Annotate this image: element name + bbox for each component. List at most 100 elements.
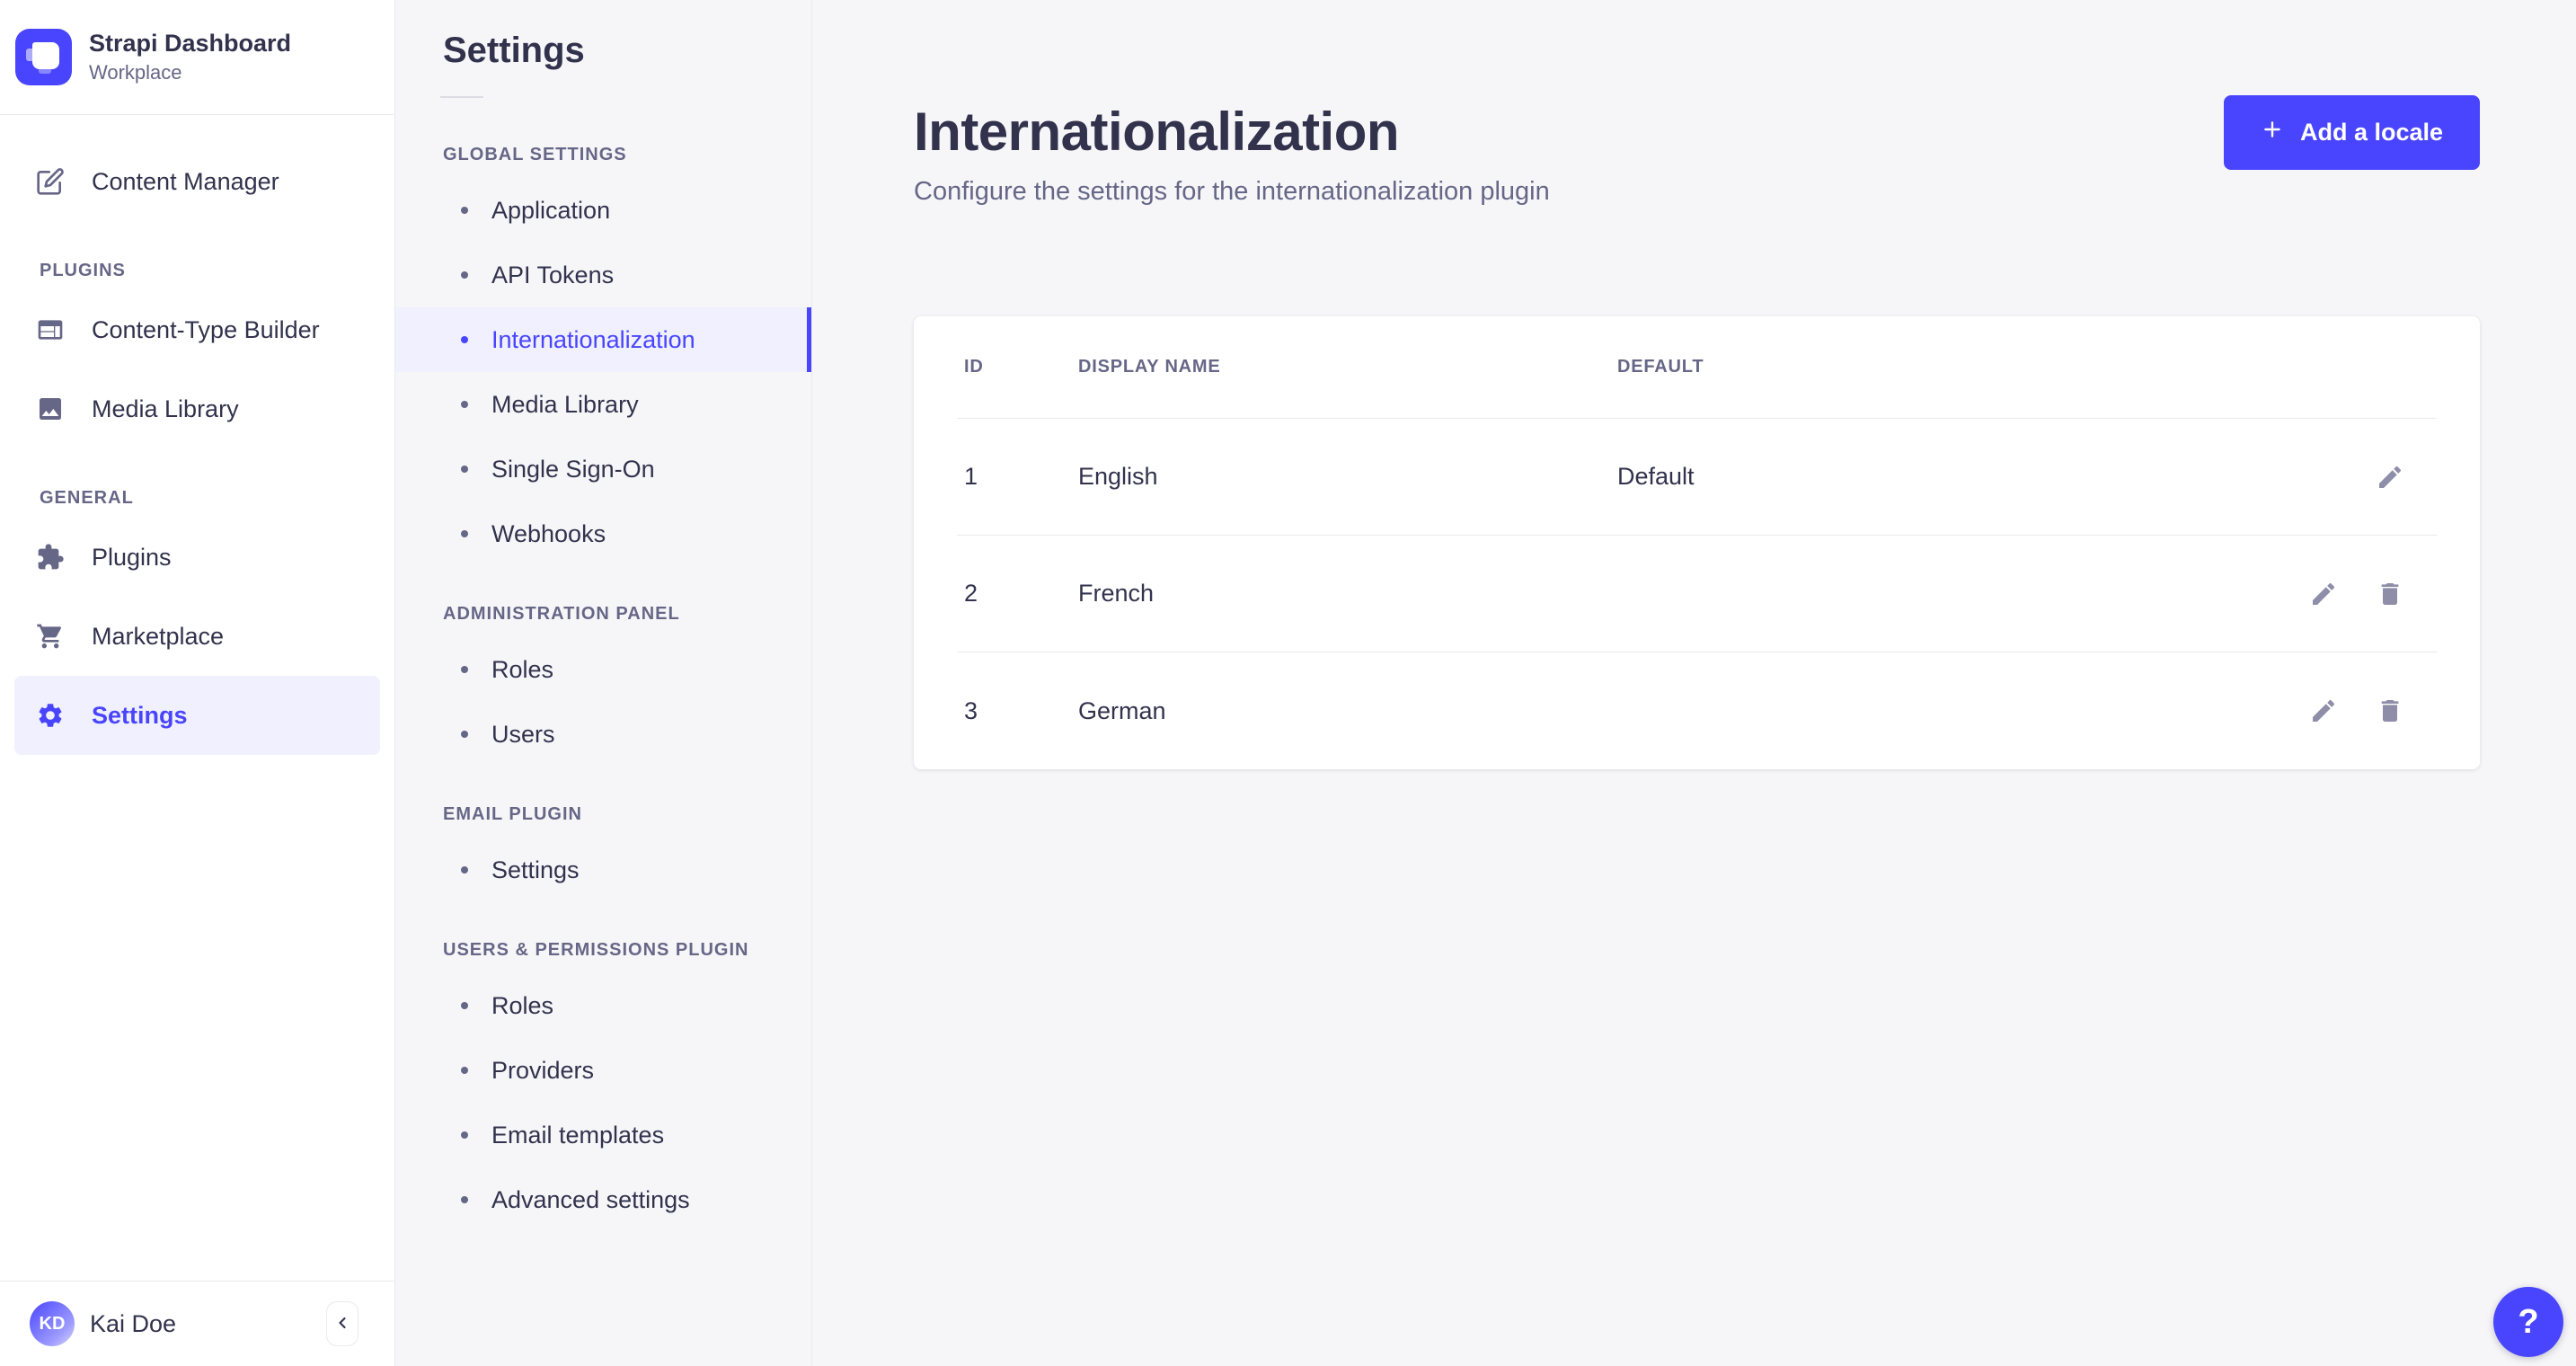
user-name[interactable]: Kai Doe: [90, 1310, 311, 1338]
pencil-icon: [2376, 463, 2404, 492]
app-title: Strapi Dashboard: [89, 30, 292, 57]
subnav-item-roles-up[interactable]: Roles: [395, 973, 811, 1038]
cell-id: 1: [964, 463, 978, 490]
bullet-icon: [461, 271, 468, 279]
subnav-item-application[interactable]: Application: [395, 178, 811, 243]
sidebar-item-label: Media Library: [92, 395, 239, 422]
sidebar-item-plugins[interactable]: Plugins: [14, 518, 380, 597]
brand: Strapi Dashboard Workplace: [0, 0, 394, 115]
subnav-section-global-settings: GLOBAL SETTINGS: [443, 145, 627, 164]
subnav-item-roles-admin[interactable]: Roles: [395, 637, 811, 702]
delete-button[interactable]: [2376, 580, 2404, 608]
sidebar-item-label: Marketplace: [92, 622, 225, 650]
table-header-row: ID DISPLAY NAME DEFAULT: [957, 316, 2437, 419]
subnav-item-advanced-settings[interactable]: Advanced settings: [395, 1167, 811, 1232]
subnav-item-users[interactable]: Users: [395, 702, 811, 767]
content-type-builder-icon: [36, 315, 65, 344]
workspace-name: Workplace: [89, 61, 182, 84]
edit-button[interactable]: [2376, 463, 2404, 492]
avatar[interactable]: KD: [30, 1301, 75, 1346]
subnav-item-label: Application: [491, 196, 611, 224]
subnav-section-administration-panel: ADMINISTRATION PANEL: [443, 604, 680, 624]
subnav-section-email-plugin: EMAIL PLUGIN: [443, 804, 582, 824]
locales-table: ID DISPLAY NAME DEFAULT 1 English Defaul…: [914, 316, 2480, 769]
bullet-icon: [461, 207, 468, 214]
subnav-title: Settings: [443, 31, 585, 70]
sidebar-item-label: Settings: [92, 701, 188, 729]
subnav-item-email-settings[interactable]: Settings: [395, 838, 811, 902]
bullet-icon: [461, 1131, 468, 1139]
bullet-icon: [461, 401, 468, 408]
cell-display-name: English: [1078, 463, 1158, 490]
puzzle-icon: [36, 543, 65, 572]
help-button[interactable]: ?: [2493, 1287, 2563, 1357]
subnav-item-label: Advanced settings: [491, 1185, 690, 1213]
subnav-item-label: Email templates: [491, 1121, 665, 1149]
subnav-item-label: Users: [491, 720, 555, 748]
content-manager-icon: [36, 167, 65, 196]
table-row[interactable]: 1 English Default: [957, 419, 2437, 536]
sidebar-section-plugins: PLUGINS: [40, 261, 126, 280]
column-header-id: ID: [964, 357, 984, 377]
cell-id: 2: [964, 580, 978, 607]
plus-icon: [2261, 118, 2284, 147]
subnav-item-single-sign-on[interactable]: Single Sign-On: [395, 437, 811, 501]
subnav-item-api-tokens[interactable]: API Tokens: [395, 243, 811, 307]
add-locale-button-label: Add a locale: [2299, 119, 2443, 146]
page-title: Internationalization: [914, 102, 1400, 162]
bullet-icon: [461, 466, 468, 473]
bullet-icon: [461, 530, 468, 537]
subnav-item-internationalization[interactable]: Internationalization: [395, 307, 811, 372]
subnav-item-media-library[interactable]: Media Library: [395, 372, 811, 437]
collapse-sidebar-button[interactable]: [326, 1301, 359, 1346]
sidebar-item-label: Content Manager: [92, 167, 279, 195]
main-sidebar: Strapi Dashboard Workplace Content Manag…: [0, 0, 395, 1366]
subnav-item-label: API Tokens: [491, 261, 615, 288]
sidebar-item-content-type-builder[interactable]: Content-Type Builder: [14, 290, 380, 369]
subnav-item-label: Roles: [491, 655, 554, 683]
bullet-icon: [461, 731, 468, 738]
settings-subnav: Settings GLOBAL SETTINGS Application API…: [395, 0, 812, 1366]
subnav-item-label: Roles: [491, 991, 554, 1019]
subnav-item-label: Webhooks: [491, 519, 606, 547]
cell-default: Default: [1617, 463, 1695, 490]
subnav-item-label: Internationalization: [491, 325, 695, 353]
subnav-item-webhooks[interactable]: Webhooks: [395, 501, 811, 566]
cell-display-name: French: [1078, 580, 1155, 607]
bullet-icon: [461, 666, 468, 673]
main-content: Internationalization Configure the setti…: [812, 0, 2576, 1366]
subnav-item-email-templates[interactable]: Email templates: [395, 1103, 811, 1167]
sidebar-item-settings[interactable]: Settings: [14, 676, 380, 755]
edit-button[interactable]: [2309, 580, 2338, 608]
bullet-icon: [461, 336, 468, 343]
sidebar-item-label: Plugins: [92, 543, 172, 571]
sidebar-item-media-library[interactable]: Media Library: [14, 369, 380, 448]
sidebar-item-marketplace[interactable]: Marketplace: [14, 597, 380, 676]
cart-icon: [36, 622, 65, 651]
subnav-item-label: Providers: [491, 1056, 595, 1084]
sidebar-nav: Content Manager PLUGINS Content-Type Bui…: [0, 115, 394, 1281]
column-header-default: DEFAULT: [1617, 357, 1704, 377]
subnav-item-label: Single Sign-On: [491, 455, 655, 483]
add-locale-button[interactable]: Add a locale: [2223, 95, 2480, 170]
trash-icon: [2376, 580, 2404, 608]
subnav-item-label: Media Library: [491, 390, 639, 418]
page-subtitle: Configure the settings for the internati…: [914, 177, 1550, 206]
subnav-item-providers[interactable]: Providers: [395, 1038, 811, 1103]
strapi-logo-icon: [15, 29, 72, 85]
subnav-divider: [440, 96, 483, 98]
bullet-icon: [461, 866, 468, 874]
bullet-icon: [461, 1067, 468, 1074]
sidebar-section-general: GENERAL: [40, 488, 134, 508]
table-row[interactable]: 2 French: [957, 536, 2437, 652]
pencil-icon: [2309, 580, 2338, 608]
subnav-section-users-permissions-plugin: USERS & PERMISSIONS PLUGIN: [443, 940, 749, 960]
column-header-display-name: DISPLAY NAME: [1078, 357, 1221, 377]
edit-button[interactable]: [2309, 696, 2338, 725]
gear-icon: [36, 701, 65, 730]
sidebar-item-content-manager[interactable]: Content Manager: [14, 142, 380, 221]
delete-button[interactable]: [2376, 696, 2404, 725]
bullet-icon: [461, 1002, 468, 1009]
table-row[interactable]: 3 German: [957, 652, 2437, 769]
cell-id: 3: [964, 696, 978, 724]
